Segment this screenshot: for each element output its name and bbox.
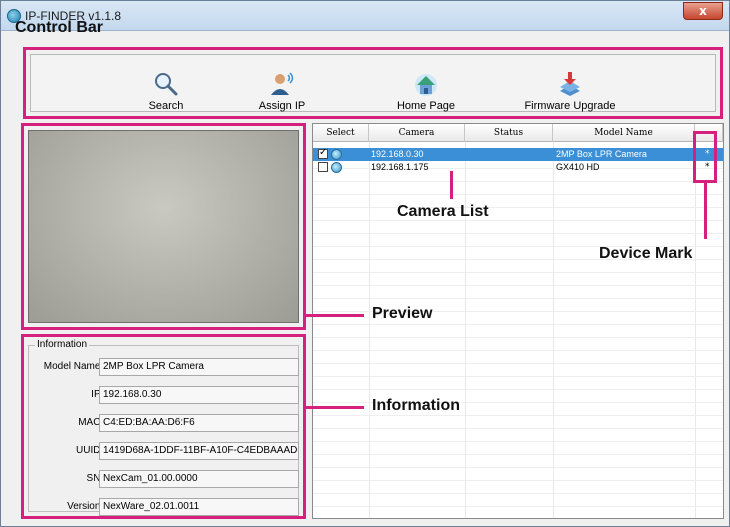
uuid-field: 1419D68A-1DDF-11BF-A10F-C4EDBAAAD6F6	[99, 442, 299, 460]
info-row-mac: MAC : C4:ED:BA:AA:D6:F6	[29, 414, 299, 432]
model-name-field: 2MP Box LPR Camera	[99, 358, 299, 376]
camera-list-pointer	[450, 171, 453, 199]
row-divider	[313, 389, 723, 390]
control-bar-annotation: Control Bar	[15, 19, 103, 36]
information-annotation: Information	[372, 397, 460, 414]
row-divider	[313, 337, 723, 338]
assign-ip-button[interactable]: Assign IP	[227, 71, 337, 112]
ip-field: 192.168.0.30	[99, 386, 299, 404]
camera-ip: 192.168.0.30	[371, 149, 424, 159]
camera-model: 2MP Box LPR Camera	[556, 149, 647, 159]
sn-field: NexCam_01.00.0000	[99, 470, 299, 488]
camera-list-header: Select Camera Status Model Name	[313, 124, 723, 142]
firmware-upgrade-button[interactable]: Firmware Upgrade	[515, 71, 625, 112]
row-divider	[313, 467, 723, 468]
row-divider	[313, 324, 723, 325]
information-group: Information Model Name : 2MP Box LPR Cam…	[28, 339, 299, 516]
camera-row[interactable]: 192.168.0.30 2MP Box LPR Camera *	[313, 147, 723, 161]
info-label: Model Name :	[43, 361, 106, 372]
version-field: NexWare_02.01.0011	[99, 498, 299, 516]
camera-icon	[331, 149, 342, 160]
home-icon	[415, 74, 437, 96]
column-select[interactable]: Select	[313, 124, 369, 142]
row-divider	[313, 298, 723, 299]
row-divider	[313, 181, 723, 182]
information-legend: Information	[35, 339, 90, 350]
row-divider	[313, 415, 723, 416]
select-checkbox[interactable]	[318, 147, 328, 159]
close-button[interactable]: x	[683, 2, 723, 20]
row-divider	[313, 506, 723, 507]
column-divider	[695, 142, 696, 518]
row-divider	[313, 350, 723, 351]
assign-ip-icon	[271, 72, 294, 95]
camera-icon	[331, 162, 342, 173]
row-divider	[313, 376, 723, 377]
camera-ip: 192.168.1.175	[371, 162, 429, 172]
info-row-model: Model Name : 2MP Box LPR Camera	[29, 358, 299, 376]
preview-pointer	[306, 314, 364, 317]
mac-field: C4:ED:BA:AA:D6:F6	[99, 414, 299, 432]
info-row-sn: SN : NexCam_01.00.0000	[29, 470, 299, 488]
ip-finder-window: IP-FINDER v1.1.8 x Control Bar Search As…	[0, 0, 730, 527]
information-panel: Information Model Name : 2MP Box LPR Cam…	[21, 334, 306, 519]
row-divider	[313, 194, 723, 195]
column-status[interactable]: Status	[465, 124, 553, 142]
column-divider	[465, 142, 466, 518]
firmware-upgrade-icon	[560, 72, 580, 96]
title-bar: IP-FINDER v1.1.8 x	[1, 1, 729, 31]
info-row-version: Version : NexWare_02.01.0011	[29, 498, 299, 516]
row-divider	[313, 454, 723, 455]
search-icon	[155, 73, 178, 96]
home-page-button[interactable]: Home Page	[371, 71, 481, 112]
column-camera[interactable]: Camera	[369, 124, 465, 142]
information-pointer	[306, 406, 364, 409]
control-bar: Search Assign IP Home Page Firmware Upgr…	[23, 47, 723, 119]
firmware-upgrade-label: Firmware Upgrade	[524, 100, 616, 112]
row-divider	[313, 220, 723, 221]
row-divider	[313, 233, 723, 234]
home-page-label: Home Page	[396, 100, 456, 112]
device-mark-pointer	[704, 183, 707, 239]
camera-row[interactable]: 192.168.1.175 GX410 HD *	[313, 161, 723, 174]
column-divider	[369, 142, 370, 518]
column-divider	[553, 142, 554, 518]
camera-model: GX410 HD	[556, 162, 600, 172]
column-model-name[interactable]: Model Name	[553, 124, 695, 142]
video-preview	[28, 130, 299, 323]
info-row-uuid: UUID : 1419D68A-1DDF-11BF-A10F-C4EDBAAAD…	[29, 442, 299, 460]
select-checkbox[interactable]	[318, 162, 328, 172]
preview-panel	[21, 123, 306, 330]
search-label: Search	[148, 100, 184, 112]
row-divider	[313, 441, 723, 442]
search-button[interactable]: Search	[111, 71, 221, 112]
row-divider	[313, 363, 723, 364]
row-divider	[313, 428, 723, 429]
row-divider	[313, 285, 723, 286]
info-row-ip: IP : 192.168.0.30	[29, 386, 299, 404]
camera-list-annotation: Camera List	[397, 203, 489, 220]
row-divider	[313, 480, 723, 481]
row-divider	[313, 207, 723, 208]
assign-ip-label: Assign IP	[258, 100, 306, 112]
row-divider	[313, 272, 723, 273]
device-mark-highlight	[693, 131, 717, 183]
preview-annotation: Preview	[372, 305, 433, 322]
row-divider	[313, 493, 723, 494]
device-mark-annotation: Device Mark	[599, 245, 693, 262]
